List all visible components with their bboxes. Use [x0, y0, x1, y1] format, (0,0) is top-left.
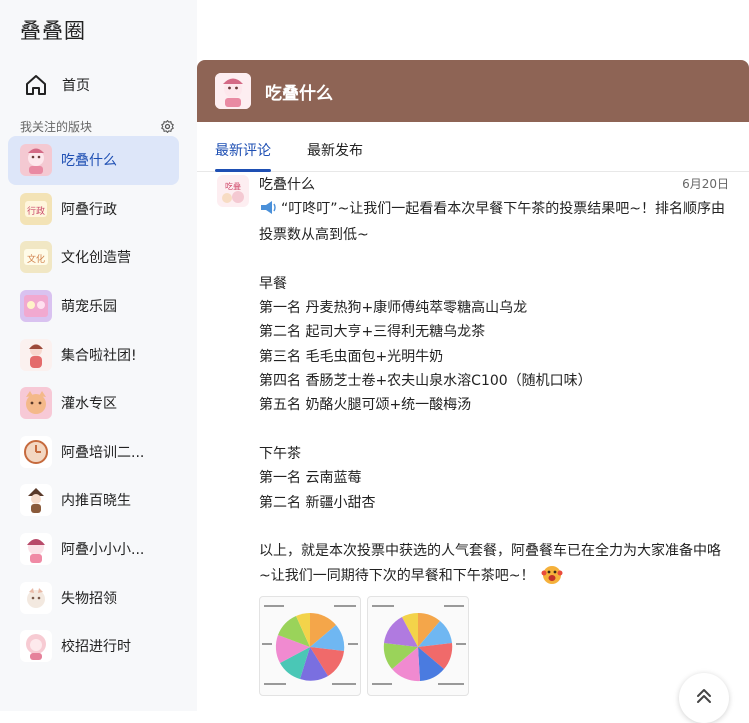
- board-list: 吃叠什么 行政 阿叠行政 文化 文化创造营 萌宠乐园 集合啦社团! 灌水专区 阿…: [8, 136, 179, 671]
- sidebar-item-label: 阿叠行政: [61, 201, 117, 218]
- board-avatar: [20, 630, 52, 663]
- post-images: [259, 596, 469, 696]
- breakfast-rank-5: 第五名 奶酪火腿可颂+统一酸梅汤: [259, 397, 472, 414]
- breakfast-rank-4: 第四名 香肠芝士卷+农夫山泉水溶C100（随机口味）: [259, 373, 592, 390]
- sidebar-item-label: 萌宠乐园: [61, 299, 117, 316]
- sidebar-item-label: 内推百晓生: [61, 493, 131, 510]
- post-image-breakfast-pie[interactable]: [259, 596, 361, 696]
- board-header-avatar: [215, 73, 251, 109]
- board-header: 吃叠什么: [197, 60, 749, 122]
- sidebar-item-culture[interactable]: 文化 文化创造营: [8, 233, 179, 282]
- app-title: 叠叠圈: [20, 19, 86, 43]
- sidebar-item-little[interactable]: 阿叠小小小...: [8, 525, 179, 574]
- board-avatar: [20, 484, 52, 517]
- svg-text:吃叠: 吃叠: [225, 181, 241, 191]
- board-avatar: 行政: [20, 192, 52, 225]
- board-avatar: [20, 581, 52, 614]
- breakfast-rank-1: 第一名 丹麦热狗+康师傅纯萃零糖高山乌龙: [259, 300, 528, 317]
- sidebar-item-lostfound[interactable]: 失物招领: [8, 573, 179, 622]
- sidebar-item-label: 阿叠培训二...: [61, 444, 145, 461]
- sidebar-item-label: 失物招领: [61, 590, 117, 607]
- sidebar-item-training[interactable]: 阿叠培训二...: [8, 428, 179, 477]
- double-chevron-up-icon: [693, 685, 715, 711]
- followed-boards-header: 我关注的版块: [20, 116, 175, 136]
- post-intro: “叮咚叮”~让我们一起看看本次早餐下午茶的投票结果吧~！排名顺序由投票数从高到低…: [259, 201, 725, 244]
- megaphone-icon: [259, 199, 277, 223]
- sidebar-item-chat[interactable]: 灌水专区: [8, 379, 179, 428]
- board-avatar: 文化: [20, 241, 52, 274]
- post-author-avatar[interactable]: 吃叠: [217, 175, 249, 207]
- sidebar-item-admin[interactable]: 行政 阿叠行政: [8, 185, 179, 234]
- sidebar-item-label: 集合啦社团!: [61, 347, 137, 364]
- scroll-to-top-button[interactable]: [679, 673, 729, 723]
- svg-text:文化: 文化: [27, 253, 45, 265]
- board-avatar: [20, 338, 52, 371]
- sidebar-item-label: 吃叠什么: [61, 153, 117, 170]
- svg-text:行政: 行政: [27, 205, 45, 217]
- board-avatar: [20, 387, 52, 420]
- home-icon: [22, 71, 50, 99]
- breakfast-rank-2: 第二名 起司大亨+三得利无糖乌龙茶: [259, 324, 486, 341]
- board-avatar: [20, 533, 52, 566]
- excited-face-icon: [540, 563, 564, 593]
- sidebar-item-pets[interactable]: 萌宠乐园: [8, 282, 179, 331]
- gear-icon[interactable]: [159, 118, 175, 134]
- tab-bar: 最新评论 最新发布: [197, 122, 749, 172]
- sidebar-item-campus[interactable]: 校招进行时: [8, 622, 179, 671]
- breakfast-rank-3: 第三名 毛毛虫面包+光明牛奶: [259, 348, 444, 365]
- followed-boards-label: 我关注的版块: [20, 119, 93, 134]
- tea-rank-2: 第二名 新疆小甜杏: [259, 494, 376, 511]
- board-avatar: [20, 435, 52, 468]
- board-avatar: [20, 144, 52, 177]
- nav-home[interactable]: 首页: [8, 64, 179, 106]
- breakfast-title: 早餐: [259, 275, 287, 292]
- board-avatar: [20, 290, 52, 323]
- tea-rank-1: 第一名 云南蓝莓: [259, 470, 362, 487]
- post-author[interactable]: 吃叠什么: [259, 174, 315, 194]
- sidebar-item-referral[interactable]: 内推百晓生: [8, 476, 179, 525]
- tab-latest-posts[interactable]: 最新发布: [307, 140, 363, 171]
- board-title: 吃叠什么: [265, 83, 333, 104]
- sidebar-item-clubs[interactable]: 集合啦社团!: [8, 330, 179, 379]
- post-outro: 以上，就是本次投票中获选的人气套餐，阿叠餐车已在全力为大家准备中咯~让我们一同期…: [259, 543, 721, 585]
- nav-home-label: 首页: [62, 78, 90, 94]
- sidebar-item-label: 校招进行时: [61, 639, 131, 656]
- sidebar: 叠叠圈 首页 我关注的版块 吃叠什么 行政 阿叠行政 文化 文化创造营 萌宠乐园: [0, 0, 197, 711]
- sidebar-item-label: 阿叠小小小...: [61, 542, 145, 559]
- tab-latest-comments[interactable]: 最新评论: [215, 140, 271, 172]
- sidebar-item-label: 文化创造营: [61, 250, 131, 267]
- post-date: 6月20日: [682, 177, 729, 191]
- post-body: “叮咚叮”~让我们一起看看本次早餐下午茶的投票结果吧~！排名顺序由投票数从高到低…: [259, 197, 727, 594]
- tea-title: 下午茶: [259, 445, 301, 462]
- sidebar-item-label: 灌水专区: [61, 396, 117, 413]
- main-content: 吃叠什么 最新评论 最新发布 吃叠 吃叠什么 6月20日 “叮咚叮”~让我们一起…: [197, 60, 749, 723]
- sidebar-item-chidie[interactable]: 吃叠什么: [8, 136, 179, 185]
- post-image-tea-pie[interactable]: [367, 596, 469, 696]
